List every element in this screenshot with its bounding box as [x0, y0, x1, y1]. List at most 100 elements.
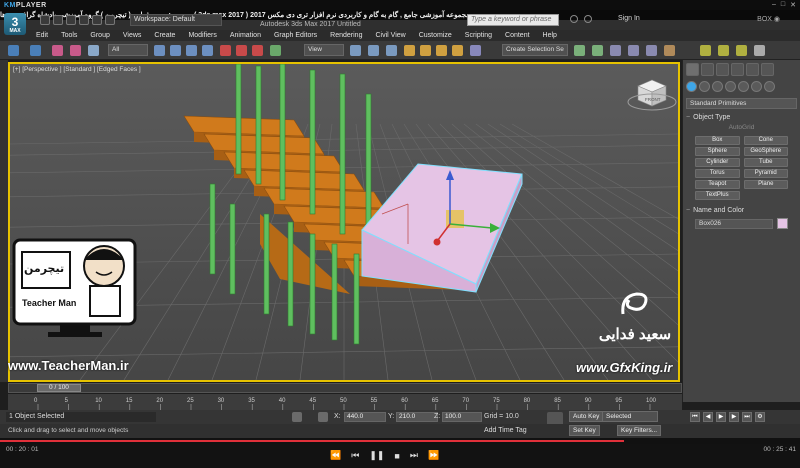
plane-button[interactable]: Plane	[743, 180, 788, 189]
torus-button[interactable]: Torus	[695, 169, 740, 178]
player-close-button[interactable]: ✕	[790, 1, 796, 9]
video-prev-icon[interactable]: ⏮	[351, 450, 359, 461]
video-stop-icon[interactable]: ■	[394, 451, 399, 461]
angle-snap-icon[interactable]	[420, 45, 431, 56]
lights-icon[interactable]	[712, 81, 723, 92]
layer-explorer-icon[interactable]	[610, 45, 621, 56]
select-rotate-icon[interactable]	[236, 45, 247, 56]
sphere-button[interactable]: Sphere	[695, 147, 740, 156]
render-icon[interactable]	[736, 45, 747, 56]
keyboard-shortcut-icon[interactable]	[386, 45, 397, 56]
systems-icon[interactable]	[764, 81, 775, 92]
helpers-icon[interactable]	[738, 81, 749, 92]
key-mode-select[interactable]: Selected	[602, 411, 658, 422]
menu-graph-editors[interactable]: Graph Editors	[274, 32, 317, 39]
align-icon[interactable]	[592, 45, 603, 56]
auto-key-button[interactable]: Auto Key	[569, 411, 604, 422]
render-setup-icon[interactable]	[700, 45, 711, 56]
display-tab-icon[interactable]	[746, 63, 759, 76]
player-minimize-button[interactable]: –	[772, 1, 776, 9]
schematic-view-icon[interactable]	[646, 45, 657, 56]
menu-content[interactable]: Content	[505, 32, 530, 39]
edit-named-selection-icon[interactable]	[470, 45, 481, 56]
time-slider-knob[interactable]: 0 / 100	[37, 384, 81, 392]
menu-help[interactable]: Help	[543, 32, 557, 39]
y-coordinate-field[interactable]: 210.0	[396, 412, 438, 422]
menu-edit[interactable]: Edit	[36, 32, 48, 39]
spinner-snap-icon[interactable]	[452, 45, 463, 56]
set-key-button[interactable]: Set Key	[569, 425, 600, 436]
object-type-rollout[interactable]: Object Type	[686, 114, 797, 121]
next-frame-icon[interactable]: ▶	[729, 412, 739, 422]
cylinder-button[interactable]: Cylinder	[695, 158, 740, 167]
teapot-button[interactable]: Teapot	[695, 180, 740, 189]
gizmo-y-handle[interactable]	[433, 238, 441, 246]
video-next-icon[interactable]: ⏭	[410, 450, 418, 461]
menu-animation[interactable]: Animation	[230, 32, 261, 39]
tube-button[interactable]: Tube	[743, 158, 788, 167]
cone-button[interactable]: Cone	[743, 136, 788, 145]
menu-scripting[interactable]: Scripting	[465, 32, 492, 39]
render-cloud-icon[interactable]	[754, 45, 765, 56]
save-file-icon[interactable]	[66, 15, 76, 25]
selection-filter-select[interactable]: All	[108, 44, 148, 56]
hierarchy-tab-icon[interactable]	[716, 63, 729, 76]
select-move-icon[interactable]	[220, 45, 231, 56]
undo-icon[interactable]	[8, 45, 19, 56]
box-button[interactable]: Box	[695, 136, 740, 145]
project-folder-icon[interactable]	[105, 15, 115, 25]
search-icon[interactable]	[570, 15, 578, 23]
space-warps-icon[interactable]	[751, 81, 762, 92]
object-color-swatch[interactable]	[777, 218, 788, 229]
modify-tab-icon[interactable]	[701, 63, 714, 76]
menu-views[interactable]: Views	[123, 32, 142, 39]
snaps-toggle-icon[interactable]	[404, 45, 415, 56]
track-bar[interactable]: 0 5 10 15 20 25 30 35 40 45 50 55 60 65 70 75 80 85 90 95 10…	[8, 394, 682, 410]
select-manipulate-icon[interactable]	[368, 45, 379, 56]
motion-tab-icon[interactable]	[731, 63, 744, 76]
create-tab-icon[interactable]	[686, 63, 699, 76]
window-crossing-icon[interactable]	[202, 45, 213, 56]
menu-civil-view[interactable]: Civil View	[375, 32, 405, 39]
viewcube[interactable]: FRONT	[627, 79, 677, 111]
menu-rendering[interactable]: Rendering	[330, 32, 362, 39]
object-name-field[interactable]: Box026	[695, 218, 773, 229]
select-scale-icon[interactable]	[252, 45, 263, 56]
workspace-select[interactable]: Workspace: Default	[130, 14, 222, 26]
play-icon[interactable]: ▶	[716, 412, 726, 422]
place-icon[interactable]	[270, 45, 281, 56]
pyramid-button[interactable]: Pyramid	[743, 169, 788, 178]
autogrid-checkbox[interactable]: AutoGrid	[683, 124, 800, 131]
menu-create[interactable]: Create	[154, 32, 175, 39]
video-forward-icon[interactable]: ⏩	[428, 450, 439, 461]
cameras-icon[interactable]	[725, 81, 736, 92]
absolute-mode-icon[interactable]	[318, 412, 328, 422]
select-by-name-icon[interactable]	[170, 45, 181, 56]
lock-selection-icon[interactable]	[292, 412, 302, 422]
textplus-button[interactable]: TextPlus	[695, 191, 740, 200]
link-icon[interactable]	[52, 45, 63, 56]
name-color-rollout[interactable]: Name and Color	[686, 207, 797, 214]
curve-editor-icon[interactable]	[628, 45, 639, 56]
geosphere-button[interactable]: GeoSphere	[743, 147, 788, 156]
time-config-icon[interactable]: ⚙	[755, 412, 765, 422]
player-maximize-button[interactable]: □	[781, 1, 785, 9]
utilities-tab-icon[interactable]	[761, 63, 774, 76]
reference-coordinate-select[interactable]: View	[304, 44, 344, 56]
viewport-label[interactable]: [+] [Perspective ] [Standard ] [Edged Fa…	[13, 66, 141, 73]
bind-space-warp-icon[interactable]	[88, 45, 99, 56]
rendered-frame-icon[interactable]	[718, 45, 729, 56]
open-file-icon[interactable]	[53, 15, 63, 25]
search-input[interactable]: Type a keyword or phrase	[467, 14, 559, 26]
new-file-icon[interactable]	[40, 15, 50, 25]
primitive-category-select[interactable]: Standard Primitives	[686, 98, 797, 109]
redo-icon[interactable]	[30, 45, 41, 56]
geometry-icon[interactable]	[686, 81, 697, 92]
pivot-icon[interactable]	[350, 45, 361, 56]
redo-icon[interactable]	[92, 15, 102, 25]
key-filters-button[interactable]: Key Filters...	[617, 425, 662, 436]
unlink-icon[interactable]	[70, 45, 81, 56]
add-time-tag-button[interactable]: Add Time Tag	[484, 426, 527, 436]
video-rewind-icon[interactable]: ⏪	[330, 450, 341, 461]
menu-customize[interactable]: Customize	[419, 32, 452, 39]
